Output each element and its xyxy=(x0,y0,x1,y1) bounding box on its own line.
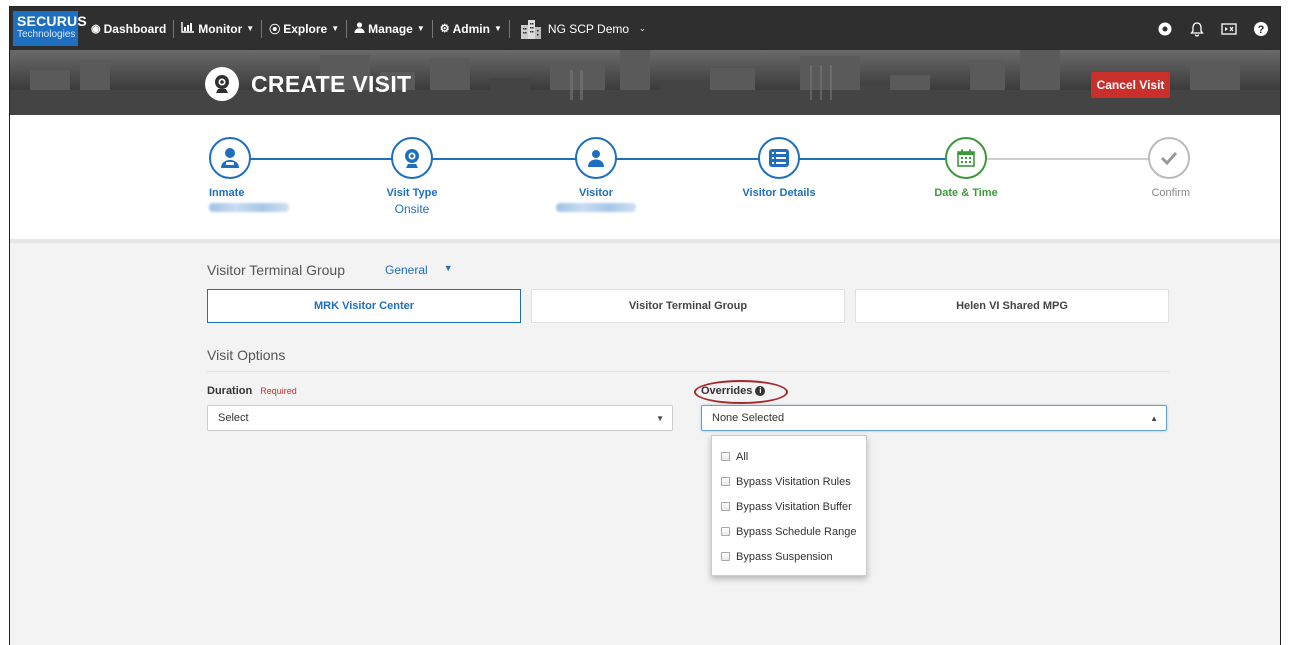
svg-text:?: ? xyxy=(1258,24,1265,36)
checkbox[interactable] xyxy=(721,452,730,461)
step-inmate-value-redacted xyxy=(209,203,289,212)
page-title: CREATE VISIT xyxy=(251,70,412,97)
brand-name: SECURUS xyxy=(17,13,87,29)
overrides-dropdown-menu: All Bypass Visitation Rules Bypass Visit… xyxy=(711,435,867,576)
overrides-value: None Selected xyxy=(712,412,785,424)
nav-explore-label: Explore xyxy=(283,21,328,36)
caret-down-icon: ▼ xyxy=(493,24,502,33)
step-visitor-value-redacted xyxy=(556,203,636,212)
override-option-bypass-visitation-buffer[interactable]: Bypass Visitation Buffer xyxy=(712,494,866,519)
page-header-banner: CREATE VISIT Cancel Visit xyxy=(10,50,1280,115)
terminal-group-select[interactable]: General ▼ xyxy=(385,263,453,277)
inmate-icon xyxy=(209,137,251,179)
webcam-icon xyxy=(205,67,239,101)
help-icon[interactable]: ? xyxy=(1252,20,1270,38)
checkbox[interactable] xyxy=(721,477,730,486)
override-option-label: Bypass Visitation Rules xyxy=(736,475,851,488)
list-icon xyxy=(758,137,800,179)
override-option-label: All xyxy=(736,450,749,463)
duration-select[interactable]: Select ▼ xyxy=(207,405,673,431)
top-navbar: SECURUS Technologies ◉ Dashboard Monitor… xyxy=(10,7,1280,50)
override-option-bypass-visitation-rules[interactable]: Bypass Visitation Rules xyxy=(712,469,866,494)
step-visitor-details-label: Visitor Details xyxy=(742,187,816,199)
step-date-time[interactable]: Date & Time xyxy=(906,137,1026,199)
terminal-option[interactable]: Helen VI Shared MPG xyxy=(855,289,1169,323)
step-confirm-label: Confirm xyxy=(1151,187,1190,199)
overrides-multiselect[interactable]: None Selected ▲ xyxy=(701,405,1167,431)
nav-manage[interactable]: Manage ▼ xyxy=(347,19,433,38)
chart-icon xyxy=(181,21,195,36)
caret-down-icon: ▼ xyxy=(443,263,453,273)
step-visitor-details[interactable]: Visitor Details xyxy=(719,137,839,199)
visit-form: Visitor Terminal Group General ▼ MRK Vis… xyxy=(207,259,1169,576)
app-window: SECURUS Technologies ◉ Dashboard Monitor… xyxy=(9,6,1281,645)
nav-dashboard-label: Dashboard xyxy=(103,21,167,36)
caret-down-icon: ▼ xyxy=(246,24,255,33)
nav-dashboard[interactable]: ◉ Dashboard xyxy=(84,19,175,38)
override-option-label: Bypass Schedule Range xyxy=(736,525,857,538)
caret-down-icon: ▼ xyxy=(331,24,340,33)
terminal-group-label: Visitor Terminal Group xyxy=(207,262,345,278)
check-icon xyxy=(1148,137,1190,179)
caret-down-icon: ▼ xyxy=(656,413,664,423)
override-option-all[interactable]: All xyxy=(712,444,866,469)
step-visit-type[interactable]: Visit Type Onsite xyxy=(352,137,472,216)
caret-down-icon: ⌄ xyxy=(639,24,646,33)
site-name: NG SCP Demo xyxy=(547,21,630,36)
duration-field: Duration Required Select ▼ xyxy=(207,382,673,431)
step-visitor[interactable]: Visitor xyxy=(536,137,656,217)
step-confirm[interactable]: Confirm xyxy=(1090,137,1190,199)
duration-label: Duration xyxy=(207,385,253,397)
page-title-group: CREATE VISIT xyxy=(205,67,411,101)
tachometer-icon: ◉ xyxy=(91,23,101,35)
nav-explore[interactable]: ⦿ Explore ▼ xyxy=(262,19,348,38)
step-inmate-label: Inmate xyxy=(209,187,245,199)
terminal-option[interactable]: Visitor Terminal Group xyxy=(531,289,845,323)
calendar-icon xyxy=(945,137,987,179)
step-visitor-label: Visitor xyxy=(578,187,614,199)
nav-manage-label: Manage xyxy=(368,21,413,36)
cancel-visit-button[interactable]: Cancel Visit xyxy=(1091,72,1170,98)
step-inmate[interactable]: Inmate xyxy=(209,137,309,217)
building-icon xyxy=(520,19,542,39)
terminal-option[interactable]: MRK Visitor Center xyxy=(207,289,521,323)
terminal-options: MRK Visitor Center Visitor Terminal Grou… xyxy=(207,289,1169,323)
required-indicator: Required xyxy=(260,386,297,396)
nav-monitor[interactable]: Monitor ▼ xyxy=(174,19,263,38)
step-visit-type-label: Visit Type xyxy=(386,187,438,199)
user-icon xyxy=(575,137,617,179)
checkbox[interactable] xyxy=(721,552,730,561)
compass-icon: ⦿ xyxy=(269,23,281,36)
webcam-icon xyxy=(391,137,433,179)
nav-admin[interactable]: ⚙ Admin ▼ xyxy=(433,19,510,38)
nav-admin-label: Admin xyxy=(452,21,490,36)
overrides-field: Overrides i None Selected ▲ xyxy=(694,380,1167,431)
nav-monitor-label: Monitor xyxy=(198,21,243,36)
checkbox[interactable] xyxy=(721,502,730,511)
override-option-bypass-schedule-range[interactable]: Bypass Schedule Range xyxy=(712,519,866,544)
terminal-group-value: General xyxy=(384,263,428,277)
step-date-time-label: Date & Time xyxy=(934,187,998,199)
override-option-label: Bypass Suspension xyxy=(736,550,833,563)
highlight-ellipse xyxy=(694,380,788,404)
override-option-label: Bypass Visitation Buffer xyxy=(736,500,852,513)
visit-options-heading: Visit Options xyxy=(207,347,1169,372)
gear-icon: ⚙ xyxy=(439,23,450,35)
step-visit-type-value: Onsite xyxy=(394,202,430,216)
caret-down-icon: ▼ xyxy=(416,24,425,33)
video-mail-icon[interactable] xyxy=(1220,20,1238,38)
override-option-bypass-suspension[interactable]: Bypass Suspension xyxy=(712,544,866,569)
site-selector[interactable]: NG SCP Demo ⌄ xyxy=(510,19,653,39)
securus-logo[interactable]: SECURUS Technologies xyxy=(13,11,87,46)
wizard-stepper: Inmate Visit Type Onsite Visitor Visitor… xyxy=(10,115,1280,243)
bell-icon[interactable] xyxy=(1188,20,1206,38)
status-dot-icon[interactable] xyxy=(1156,20,1174,38)
duration-value: Select xyxy=(218,412,249,424)
brand-sub: Technologies xyxy=(17,29,76,40)
city-skyline-background xyxy=(10,50,1280,115)
sort-arrows-icon: ▲ xyxy=(1150,413,1158,423)
checkbox[interactable] xyxy=(721,527,730,536)
user-icon xyxy=(354,21,365,36)
